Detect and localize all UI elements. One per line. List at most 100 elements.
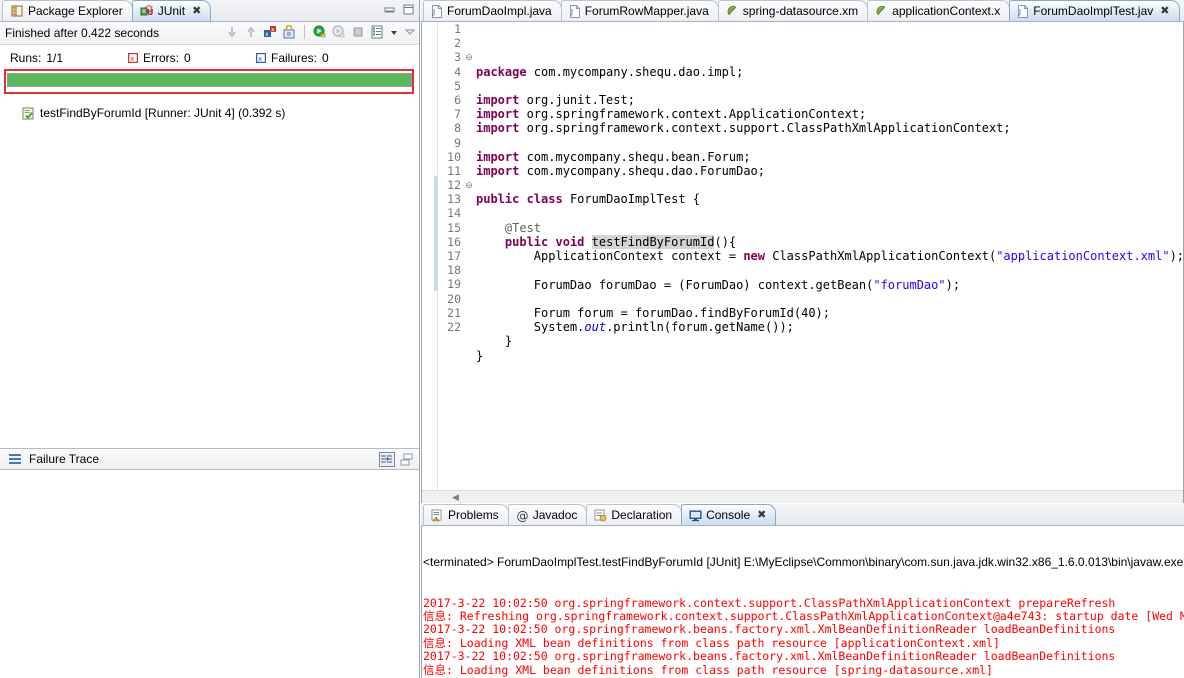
code-line: Forum forum = forumDao.findByForumId(40)… xyxy=(476,306,831,321)
failure-trace-content[interactable] xyxy=(0,470,419,678)
code-line: import org.springframework.context.Appli… xyxy=(476,107,867,122)
errors-value: 0 xyxy=(184,51,191,65)
failure-trace-header: Failure Trace xyxy=(0,448,419,470)
code-line: import org.springframework.context.suppo… xyxy=(476,121,1011,136)
scroll-lock-icon[interactable] xyxy=(282,25,296,39)
tab-spring-datasource-xml[interactable]: spring-datasource.xm xyxy=(717,0,869,21)
tab-declaration[interactable]: Declaration xyxy=(586,504,683,525)
rerun-test-failures-icon[interactable] xyxy=(332,25,346,39)
console-icon xyxy=(689,509,702,522)
console-line: 信息: Loading XML bean definitions from cl… xyxy=(423,635,1000,650)
runs-label: Runs: xyxy=(10,51,42,65)
console-panel: ! Problems @ Javadoc Declaration Console… xyxy=(421,504,1184,678)
maximize-icon[interactable] xyxy=(402,3,415,16)
editor-tabstrip: J ForumDaoImpl.java J ForumRowMapper.jav… xyxy=(421,0,1184,22)
test-run-history-icon[interactable] xyxy=(370,25,384,39)
view-window-buttons xyxy=(383,3,415,16)
maximize-pane-icon[interactable] xyxy=(400,453,414,467)
list-item[interactable]: testFindByForumId [Runner: JUnit 4] (0.3… xyxy=(22,104,419,122)
junit-icon: U xyxy=(140,4,154,18)
source-code[interactable]: package com.mycompany.shequ.dao.impl; im… xyxy=(474,22,1183,503)
tab-label: JUnit xyxy=(157,4,186,18)
javadoc-at-icon: @ xyxy=(516,509,529,522)
junit-test-tree: testFindByForumId [Runner: JUnit 4] (0.3… xyxy=(0,104,419,444)
code-line: } xyxy=(476,348,484,363)
tab-problems[interactable]: ! Problems xyxy=(423,504,509,525)
console-line: 2017-3-22 10:02:50 org.springframework.c… xyxy=(423,595,1116,610)
code-line: public void testFindByForumId(){ xyxy=(504,235,737,250)
rerun-test-icon[interactable] xyxy=(313,25,327,39)
failures-label: Failures: xyxy=(271,51,318,65)
member-range-marker xyxy=(434,176,438,291)
java-file-icon: J xyxy=(1017,4,1029,18)
console-output[interactable]: <terminated> ForumDaoImplTest.testFindBy… xyxy=(421,526,1184,678)
minimize-view-icon[interactable] xyxy=(404,25,416,39)
svg-text:J: J xyxy=(1018,8,1021,16)
close-icon[interactable]: ✖ xyxy=(757,509,766,521)
editor-folding-column[interactable]: ⊖ ⊖ xyxy=(464,22,474,503)
minimize-icon[interactable] xyxy=(383,3,396,16)
right-pane: J ForumDaoImpl.java J ForumRowMapper.jav… xyxy=(421,0,1184,678)
console-log-lines: 2017-3-22 10:02:50 org.springframework.c… xyxy=(423,595,1184,678)
tab-applicationcontext-xml[interactable]: applicationContext.x xyxy=(867,0,1011,21)
junit-status-text: Finished after 0.422 seconds xyxy=(5,26,160,40)
failure-trace-icon xyxy=(8,453,22,465)
close-icon[interactable]: ✖ xyxy=(1160,5,1169,17)
code-line: import com.mycompany.shequ.bean.Forum; xyxy=(476,149,751,164)
eclipse-workbench: Package Explorer U JUnit ✖ Finished afte… xyxy=(0,0,1184,678)
failure-marker-icon: x xyxy=(256,53,266,63)
tab-javadoc[interactable]: @ Javadoc xyxy=(507,504,588,525)
runs-value: 1/1 xyxy=(46,51,64,65)
tab-forumdaoimpl-java[interactable]: J ForumDaoImpl.java xyxy=(423,0,562,21)
junit-progress-bar-track xyxy=(7,73,412,87)
console-line: 信息: Refreshing org.springframework.conte… xyxy=(423,609,1184,624)
svg-text:x: x xyxy=(271,27,275,34)
junit-progress-bar-fill xyxy=(8,74,411,86)
editor-horizontal-scrollbar[interactable]: ◀ xyxy=(422,490,1183,503)
java-file-icon: J xyxy=(569,4,581,18)
failure-trace-buttons xyxy=(379,452,414,467)
tab-forumdaoimpltest-java[interactable]: J ForumDaoImplTest.jav ✖ xyxy=(1009,0,1180,21)
editor-annotation-gutter[interactable] xyxy=(422,22,438,503)
package-explorer-icon xyxy=(10,4,24,18)
tab-package-explorer[interactable]: Package Explorer xyxy=(2,0,133,21)
svg-text:J: J xyxy=(570,8,573,16)
code-line: package com.mycompany.shequ.dao.impl; xyxy=(476,64,744,79)
tab-forumrowmapper-java[interactable]: J ForumRowMapper.java xyxy=(560,0,719,21)
junit-counters: Runs: 1/1 x Errors: 0 x Failures: 0 xyxy=(0,45,419,71)
scroll-left-icon[interactable]: ◀ xyxy=(452,493,461,502)
tab-label: ForumRowMapper.java xyxy=(584,4,709,18)
code-line: @Test xyxy=(504,220,542,235)
junit-toolbar-icons: xx xyxy=(225,25,416,39)
errors-label: Errors: xyxy=(143,51,179,65)
tab-label: Declaration xyxy=(611,508,673,522)
show-failures-only-icon[interactable]: xx xyxy=(263,25,277,39)
next-failure-arrow-down-icon[interactable] xyxy=(225,25,239,39)
svg-text:!: ! xyxy=(436,517,438,522)
failure-trace-title: Failure Trace xyxy=(29,452,100,466)
tab-label: ForumDaoImpl.java xyxy=(447,4,552,18)
compare-result-icon[interactable] xyxy=(379,452,395,467)
svg-text:x: x xyxy=(265,31,269,38)
tab-junit[interactable]: U JUnit ✖ xyxy=(131,0,212,21)
left-view-tabstrip: Package Explorer U JUnit ✖ xyxy=(0,0,419,22)
tab-label: applicationContext.x xyxy=(892,4,1001,18)
toolbar-separator xyxy=(304,25,305,39)
tab-console[interactable]: Console ✖ xyxy=(681,504,777,525)
tab-label: ForumDaoImplTest.jav xyxy=(1033,4,1154,18)
editor-line-numbers: 1 2 3 4 5 6 7 8 9 10 11 12 13 14 15 16 17 18 19 20 21 22 xyxy=(438,22,464,503)
junit-toolbar: Finished after 0.422 seconds xx xyxy=(0,22,419,45)
editor-text-area[interactable]: 1 2 3 4 5 6 7 8 9 10 11 12 13 14 15 16 17 18 19 20 21 22 ⊖ ⊖ p… xyxy=(421,22,1184,503)
view-menu-dropdown-icon[interactable] xyxy=(389,25,399,39)
stop-icon[interactable] xyxy=(351,25,365,39)
previous-failure-arrow-up-icon[interactable] xyxy=(244,25,258,39)
runs-counter: Runs: 1/1 xyxy=(10,51,128,65)
code-line: public class ForumDaoImplTest { xyxy=(476,192,700,207)
close-icon[interactable]: ✖ xyxy=(192,5,201,17)
console-launch-header: <terminated> ForumDaoImplTest.testFindBy… xyxy=(423,554,1184,569)
xml-file-icon xyxy=(875,5,888,18)
